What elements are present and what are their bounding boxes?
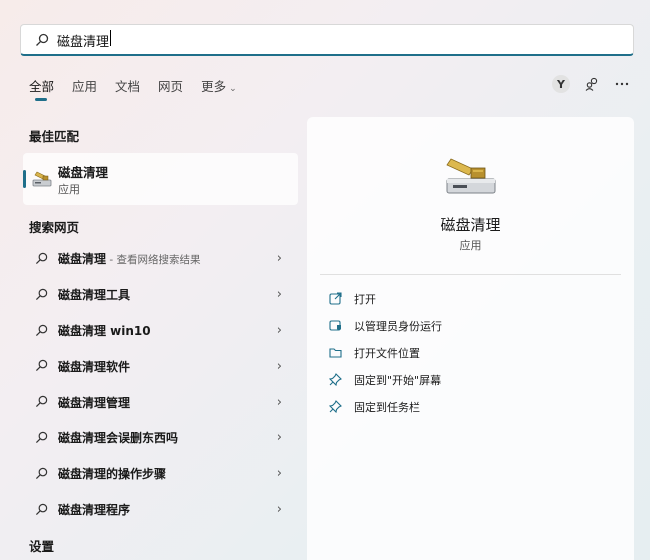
text-caret [110,29,112,46]
chevron-right-icon: › [276,358,282,374]
chevron-right-icon: › [276,394,282,410]
filter-tabs: 全部 应用 文档 网页 更多 ⌄ [29,78,255,101]
detail-app-type: 应用 [459,239,482,252]
chevron-right-icon: › [276,322,282,338]
web-result-text: 磁盘清理 - 查看网络搜索结果 [58,252,201,267]
action-pin-to-taskbar[interactable]: 固定到任务栏 [329,393,442,420]
search-box[interactable]: 磁盘清理 [20,24,634,56]
best-match-name: 磁盘清理 [58,165,109,180]
detail-app-name: 磁盘清理 [440,216,501,234]
action-label: 固定到任务栏 [354,400,420,414]
header-actions: Y [552,75,630,93]
search-icon [35,360,48,372]
tab-more-label: 更多 [201,79,227,94]
search-icon [35,431,48,444]
web-results-list: 磁盘清理 - 查看网络搜索结果 › 磁盘清理工具 › 磁盘清理 win10 › … [23,241,298,527]
chevron-right-icon: › [276,501,282,517]
folder-icon [329,348,342,358]
action-open-file-location[interactable]: 打开文件位置 [329,339,442,366]
web-result-text: 磁盘清理会误删东西吗 [58,431,179,446]
chevron-right-icon: › [276,466,282,482]
best-match-type: 应用 [58,183,80,196]
web-result-text: 磁盘清理软件 [58,359,131,374]
best-match-item[interactable]: 磁盘清理 应用 [23,153,298,205]
web-result-item[interactable]: 磁盘清理会误删东西吗 › [23,420,298,456]
search-icon [35,324,48,336]
pin-icon [329,400,342,413]
web-result-text: 磁盘清理程序 [58,502,131,517]
open-external-icon [329,292,342,305]
web-result-item[interactable]: 磁盘清理管理 › [23,384,298,420]
action-label: 固定到"开始"屏幕 [354,373,442,387]
web-result-item[interactable]: 磁盘清理 win10 › [23,313,298,349]
search-icon [36,33,49,46]
search-icon [35,467,48,479]
settings-heading: 设置 [29,539,55,554]
shield-admin-icon [329,320,341,331]
tab-documents[interactable]: 文档 [115,78,140,98]
action-label: 以管理员身份运行 [354,319,442,333]
action-open[interactable]: 打开 [329,285,442,312]
action-pin-to-start[interactable]: 固定到"开始"屏幕 [329,366,442,393]
web-result-text: 磁盘清理工具 [58,288,131,303]
best-match-heading: 最佳匹配 [29,129,80,144]
more-options-icon[interactable] [614,76,630,92]
connected-accounts-icon[interactable] [584,76,600,92]
action-label: 打开文件位置 [354,346,420,360]
disk-cleanup-icon [32,171,52,187]
search-icon [35,252,48,265]
web-result-text: 磁盘清理管理 [58,395,131,410]
web-result-text: 磁盘清理 win10 [58,323,151,338]
pin-icon [329,373,342,386]
web-search-heading: 搜索网页 [29,220,80,235]
action-run-as-admin[interactable]: 以管理员身份运行 [329,312,442,339]
tab-more[interactable]: 更多 ⌄ [201,78,237,98]
tab-apps[interactable]: 应用 [72,78,97,98]
tab-web[interactable]: 网页 [158,78,183,98]
web-result-item[interactable]: 磁盘清理程序 › [23,492,298,528]
search-icon [35,395,48,408]
web-result-item[interactable]: 磁盘清理软件 › [23,348,298,384]
chevron-right-icon: › [276,430,282,446]
disk-cleanup-icon [446,158,496,194]
web-result-item[interactable]: 磁盘清理 - 查看网络搜索结果 › [23,241,298,277]
chevron-down-icon: ⌄ [229,84,237,94]
chevron-right-icon: › [276,251,282,267]
search-input[interactable]: 磁盘清理 [57,29,633,50]
web-result-item[interactable]: 磁盘清理工具 › [23,277,298,313]
web-result-item[interactable]: 磁盘清理的操作步骤 › [23,456,298,492]
avatar[interactable]: Y [552,75,570,93]
divider [320,274,621,275]
search-icon [35,503,48,515]
chevron-right-icon: › [276,287,282,303]
action-label: 打开 [354,292,376,306]
detail-panel: 磁盘清理 应用 打开 以管理员身份运行 打开文件位置 固定到"开始"屏幕 固定到… [307,117,634,560]
action-list: 打开 以管理员身份运行 打开文件位置 固定到"开始"屏幕 固定到任务栏 [329,285,442,420]
tab-all[interactable]: 全部 [29,78,54,101]
search-icon [35,288,48,300]
selection-indicator [23,170,26,188]
web-result-text: 磁盘清理的操作步骤 [58,467,167,482]
